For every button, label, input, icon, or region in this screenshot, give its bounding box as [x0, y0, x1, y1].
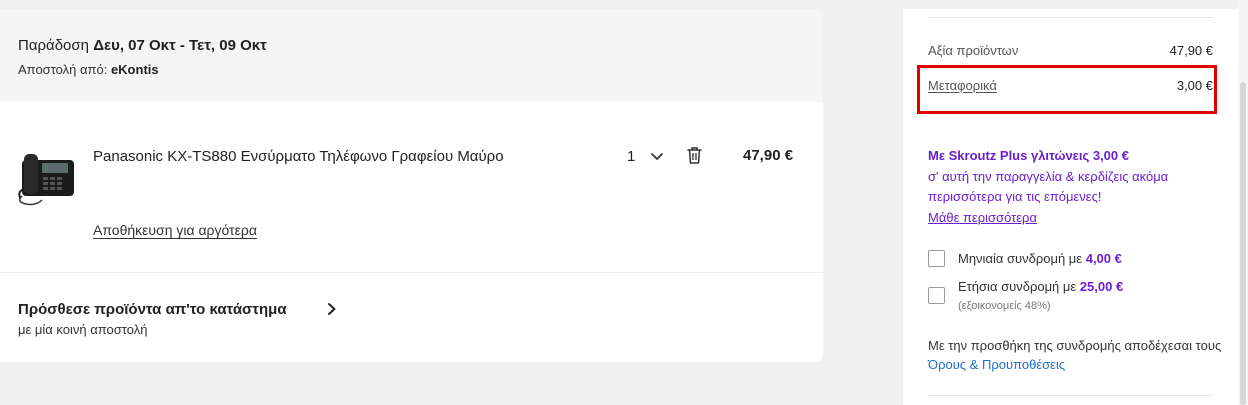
desk-phone-image[interactable]	[16, 146, 78, 206]
items-total-label: Αξία προϊόντων	[928, 43, 1019, 58]
terms-notice: Με την προσθήκη της συνδρομής αποδέχεσαι…	[928, 336, 1223, 374]
plus-description: σ' αυτή την παραγγελία & κερδίζεις ακόμα…	[928, 168, 1169, 205]
chevron-right-icon[interactable]	[326, 302, 338, 316]
scrollbar-thumb[interactable]	[1240, 82, 1246, 405]
monthly-subscription-checkbox[interactable]	[928, 250, 945, 267]
plus-savings-text: Με Skroutz Plus γλιτώνεις 3,00 €	[928, 148, 1129, 163]
delivery-header: Παράδοση Δευ, 07 Οκτ - Τετ, 09 Οκτ Αποστ…	[0, 9, 823, 102]
delivery-info: Παράδοση Δευ, 07 Οκτ - Τετ, 09 Οκτ	[18, 37, 267, 54]
shipper-name: eKontis	[110, 62, 159, 77]
save-for-later-link[interactable]: Αποθήκευση για αργότερα	[93, 222, 257, 238]
yearly-prefix: Ετήσια συνδρομή με	[958, 279, 1077, 294]
delivery-dates: Δευ, 07 Οκτ - Τετ, 09 Οκτ	[93, 37, 267, 54]
trash-icon[interactable]	[686, 146, 703, 165]
add-products-subtitle: με μία κοινή αποστολή	[18, 322, 148, 337]
chevron-down-icon[interactable]	[649, 150, 665, 164]
shipping-cost-value: 3,00 €	[1176, 78, 1213, 93]
add-products-title[interactable]: Πρόσθεσε προϊόντα απ'το κατάστημα	[18, 301, 287, 318]
yearly-savings-note: (εξοικονομείς 48%)	[958, 300, 1051, 312]
yearly-amount: 25,00 €	[1079, 279, 1124, 294]
order-summary: Αξία προϊόντων 47,90 € Μεταφορικά 3,00 €…	[903, 9, 1238, 405]
quantity-value[interactable]: 1	[627, 148, 635, 165]
delivery-prefix: Παράδοση	[18, 37, 90, 54]
monthly-amount: 4,00 €	[1085, 251, 1122, 266]
monthly-prefix: Μηνιαία συνδρομή με	[958, 251, 1083, 266]
shipper-prefix: Αποστολή από:	[18, 62, 108, 77]
terms-text: Με την προσθήκη της συνδρομής αποδέχεσαι…	[928, 338, 1222, 353]
shipping-cost-link[interactable]: Μεταφορικά	[928, 78, 997, 93]
yearly-subscription-checkbox[interactable]	[928, 287, 945, 304]
monthly-subscription-label[interactable]: Μηνιαία συνδρομή με 4,00 €	[958, 251, 1122, 266]
items-total-value: 47,90 €	[1169, 43, 1213, 58]
product-price: 47,90 €	[743, 147, 794, 164]
divider	[928, 17, 1213, 18]
learn-more-link[interactable]: Μάθε περισσότερα	[928, 208, 1228, 229]
skroutz-plus-promo: Με Skroutz Plus γλιτώνεις 3,00 € σ' αυτή…	[928, 146, 1228, 228]
shipper-info: Αποστολή από: eKontis	[18, 62, 159, 77]
terms-link[interactable]: Όρους & Προυποθέσεις	[928, 357, 1065, 372]
divider	[928, 395, 1213, 396]
product-title[interactable]: Panasonic KX-TS880 Ενσύρματο Τηλέφωνο Γρ…	[93, 148, 504, 165]
yearly-subscription-label[interactable]: Ετήσια συνδρομή με 25,00 €	[958, 279, 1123, 294]
divider	[0, 272, 823, 273]
cart-card: Παράδοση Δευ, 07 Οκτ - Τετ, 09 Οκτ Αποστ…	[0, 9, 823, 362]
